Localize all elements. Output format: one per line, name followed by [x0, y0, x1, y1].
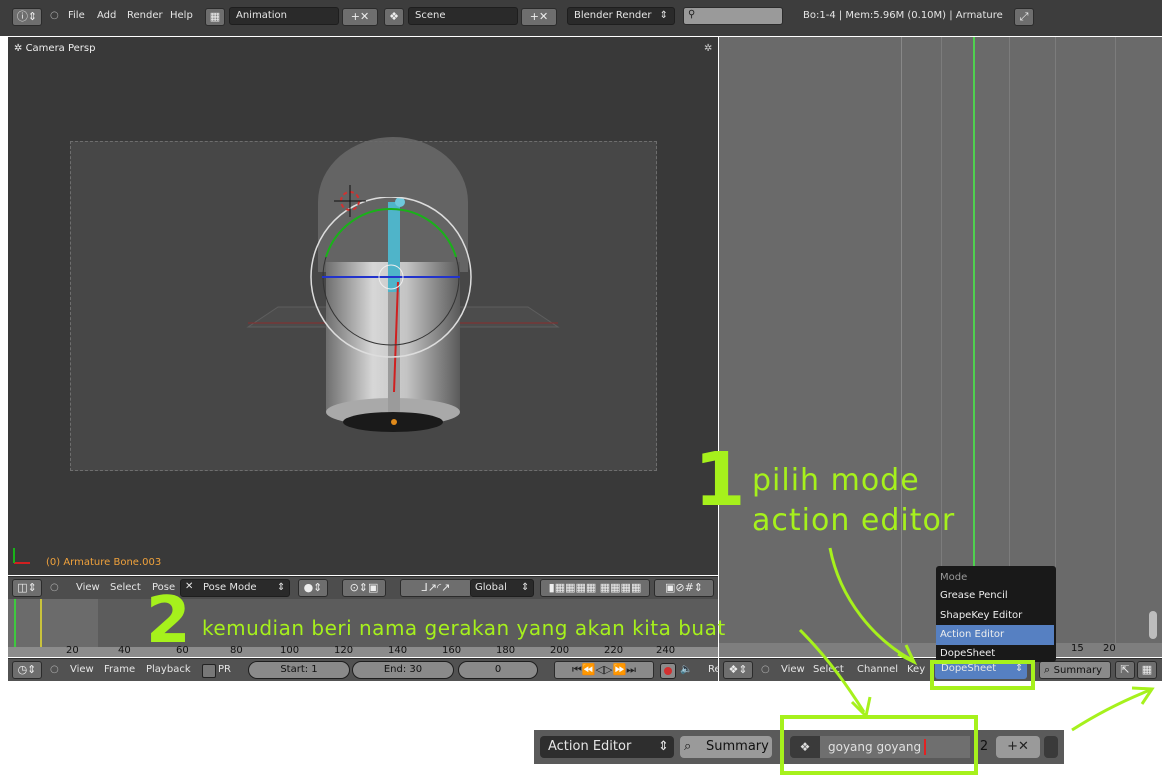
highlight-action-name: [780, 715, 978, 775]
annotation-overlay: [780, 547, 1155, 775]
step2-number: 2: [146, 584, 192, 658]
arrow-step2: [798, 628, 866, 713]
step2-text: kemudian beri nama gerakan yang akan kit…: [202, 616, 726, 640]
step1-line1: pilih mode: [752, 463, 920, 498]
highlight-dopesheet-mode: [930, 660, 1035, 690]
arrow-step3: [1071, 688, 1151, 732]
step1-line2: action editor: [752, 503, 956, 538]
step1-number: 1: [694, 437, 747, 523]
arrow-step1: [828, 547, 913, 662]
